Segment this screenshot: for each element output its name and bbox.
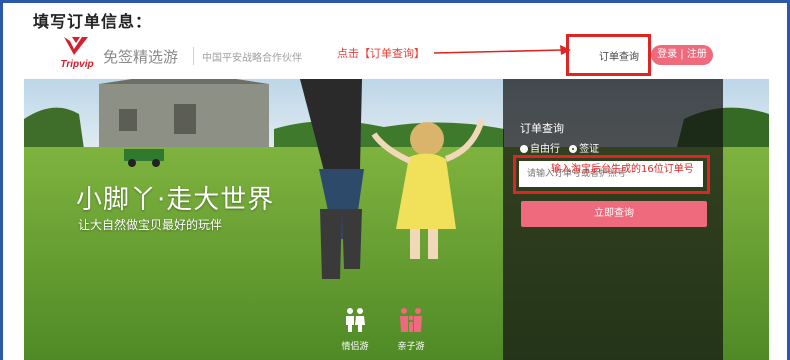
order-query-panel: 订单查询 自由行 签证 输入淘宝后台生成的16位订单号 立即查询: [503, 79, 723, 360]
order-type-radio-group: 自由行 签证: [520, 140, 605, 155]
hero-banner: 小脚丫·走大世界 让大自然做宝贝最好的玩伴 订单查询 自由行 签证 输入淘宝后台…: [24, 79, 769, 360]
brand-divider: [193, 47, 194, 65]
category-label: 亲子游: [397, 342, 425, 352]
category-couple[interactable]: 情侣游: [330, 307, 380, 352]
category-family[interactable]: 亲子游: [386, 307, 436, 352]
hero-slogan: 小脚丫·走大世界: [76, 185, 275, 215]
logo-mark-icon: [64, 37, 88, 55]
hero-sub-slogan: 让大自然做宝贝最好的玩伴: [78, 218, 223, 232]
panel-title: 订单查询: [520, 122, 564, 135]
input-annotation: 输入淘宝后台生成的16位订单号: [551, 164, 694, 175]
site-header: Tripvip 免签精选游 中国平安战略合作伙伴 点击【订单查询】 订单查询 登…: [24, 33, 769, 79]
order-query-link[interactable]: 订单查询: [599, 48, 639, 63]
radio-label: 签证: [579, 144, 600, 155]
radio-unchecked-icon: [520, 145, 528, 153]
page-heading: 填写订单信息：: [33, 12, 153, 31]
brand-tagline: 中国平安战略合作伙伴: [202, 53, 302, 64]
frame-top-border: [0, 0, 790, 3]
family-icon: [400, 308, 422, 332]
brand-name: 免签精选游: [103, 48, 179, 66]
screenshot-frame: 填写订单信息： Tripvip 免签精选游 中国平安战略合作伙伴 点击【订单查询…: [0, 0, 790, 360]
radio-free-travel[interactable]: 自由行: [520, 140, 560, 155]
site-logo[interactable]: Tripvip: [52, 35, 102, 75]
category-label: 情侣游: [341, 342, 369, 352]
radio-visa[interactable]: 签证: [569, 140, 599, 155]
radio-checked-icon: [569, 145, 578, 153]
hint-annotation: 点击【订单查询】: [337, 47, 425, 60]
logo-text: Tripvip: [60, 59, 94, 70]
frame-left-border: [0, 0, 3, 360]
query-submit-button[interactable]: 立即查询: [521, 201, 707, 227]
hint-arrow-icon: [433, 45, 571, 55]
couple-icon: [346, 308, 365, 332]
login-register-button[interactable]: 登录 | 注册: [651, 45, 713, 65]
radio-label: 自由行: [530, 144, 560, 155]
